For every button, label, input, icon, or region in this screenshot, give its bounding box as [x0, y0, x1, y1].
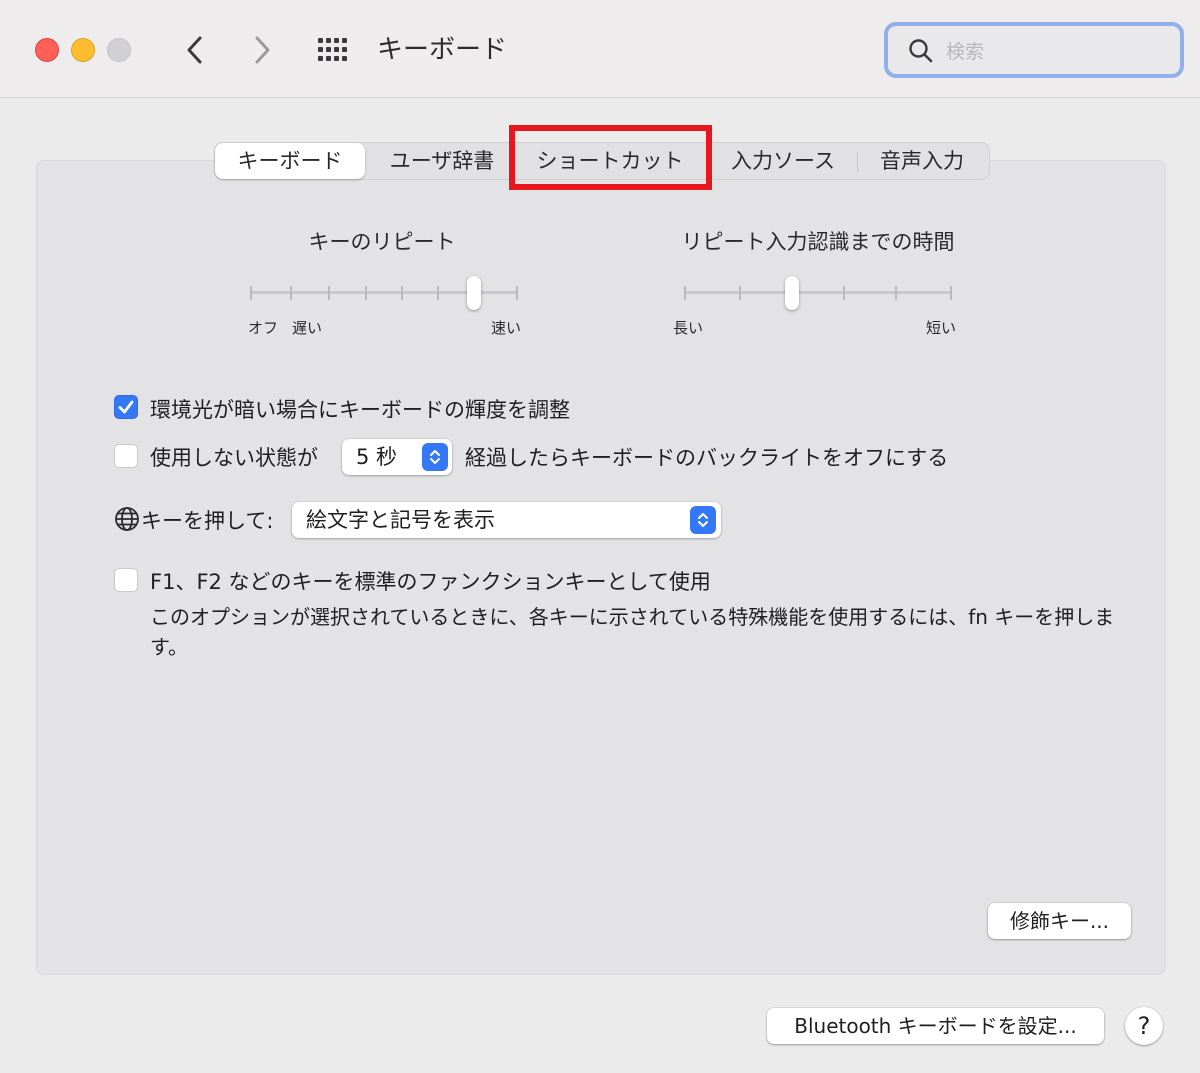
- repeat-delay-track: [684, 291, 952, 294]
- globe-icon: [115, 507, 139, 531]
- tab-input-sources[interactable]: 入力ソース: [715, 143, 851, 179]
- checkmark-icon: [118, 400, 134, 414]
- key-repeat-slider-knob[interactable]: [467, 276, 481, 310]
- tab-user-dictionary[interactable]: ユーザ辞書: [373, 143, 511, 179]
- close-window-button[interactable]: [35, 38, 59, 62]
- forward-button[interactable]: [242, 30, 282, 70]
- tab-keyboard[interactable]: キーボード: [215, 143, 365, 179]
- globe-key-action-popup[interactable]: 絵文字と記号を表示: [292, 502, 721, 538]
- search-input[interactable]: [944, 36, 1168, 68]
- backlight-off-label-before: 使用しない状態が: [150, 446, 318, 470]
- key-repeat-label-off: オフ: [248, 319, 279, 337]
- keyboard-preferences-window: キーボード キーボード ユーザ辞書 ショートカット 入力ソース 音声入力 キーの…: [0, 0, 1200, 1073]
- key-repeat-title: キーのリピート: [308, 230, 456, 254]
- shortcuts-tab-highlight: [509, 125, 712, 190]
- repeat-delay-label-long: 長い: [673, 319, 704, 337]
- slider-tick: [328, 286, 330, 300]
- chevron-left-icon: [187, 36, 202, 64]
- slider-tick: [437, 286, 439, 300]
- search-icon: [909, 39, 933, 63]
- backlight-off-label-after: 経過したらキーボードのバックライトをオフにする: [465, 446, 949, 470]
- back-button[interactable]: [175, 30, 215, 70]
- title-bar: キーボード: [0, 0, 1200, 98]
- globe-key-label: キーを押して:: [141, 509, 274, 533]
- slider-tick: [895, 286, 897, 300]
- minimize-window-button[interactable]: [71, 38, 95, 62]
- globe-key-action-value: 絵文字と記号を表示: [306, 508, 495, 532]
- search-field[interactable]: [884, 22, 1184, 78]
- slider-tick: [843, 286, 845, 300]
- key-repeat-label-fast: 速い: [491, 319, 522, 337]
- popup-stepper-icon: [690, 506, 716, 534]
- fn-keys-checkbox[interactable]: [114, 568, 138, 592]
- backlight-off-checkbox[interactable]: [114, 444, 138, 468]
- tab-separator: [857, 152, 858, 172]
- grid-icon: [318, 38, 347, 61]
- slider-tick: [250, 286, 252, 300]
- modifier-keys-button[interactable]: 修飾キー...: [988, 903, 1131, 939]
- tab-dictation[interactable]: 音声入力: [863, 143, 981, 179]
- popup-stepper-icon: [422, 443, 448, 471]
- backlight-timeout-value: 5 秒: [356, 445, 398, 469]
- fn-keys-description: このオプションが選択されているときに、各キーに示されている特殊機能を使用するには…: [150, 605, 1115, 659]
- fn-keys-label: F1、F2 などのキーを標準のファンクションキーとして使用: [150, 570, 711, 594]
- bluetooth-keyboard-setup-button[interactable]: Bluetooth キーボードを設定...: [767, 1008, 1104, 1044]
- slider-tick: [684, 286, 686, 300]
- zoom-window-button[interactable]: [107, 38, 131, 62]
- backlight-timeout-popup[interactable]: 5 秒: [342, 439, 452, 475]
- slider-tick: [365, 286, 367, 300]
- slider-tick: [950, 286, 952, 300]
- window-title: キーボード: [377, 35, 508, 65]
- key-repeat-label-slow: 遅い: [292, 319, 323, 337]
- show-all-button[interactable]: [316, 36, 352, 64]
- repeat-delay-label-short: 短い: [926, 319, 957, 337]
- ambient-light-checkbox[interactable]: [114, 395, 138, 419]
- slider-tick: [290, 286, 292, 300]
- repeat-delay-title: リピート入力認識までの時間: [681, 230, 955, 254]
- repeat-delay-slider-knob[interactable]: [785, 276, 799, 310]
- ambient-light-label: 環境光が暗い場合にキーボードの輝度を調整: [150, 398, 570, 422]
- slider-tick: [516, 286, 518, 300]
- chevron-right-icon: [255, 36, 270, 64]
- slider-tick: [401, 286, 403, 300]
- help-button[interactable]: ?: [1125, 1007, 1163, 1045]
- slider-tick: [739, 286, 741, 300]
